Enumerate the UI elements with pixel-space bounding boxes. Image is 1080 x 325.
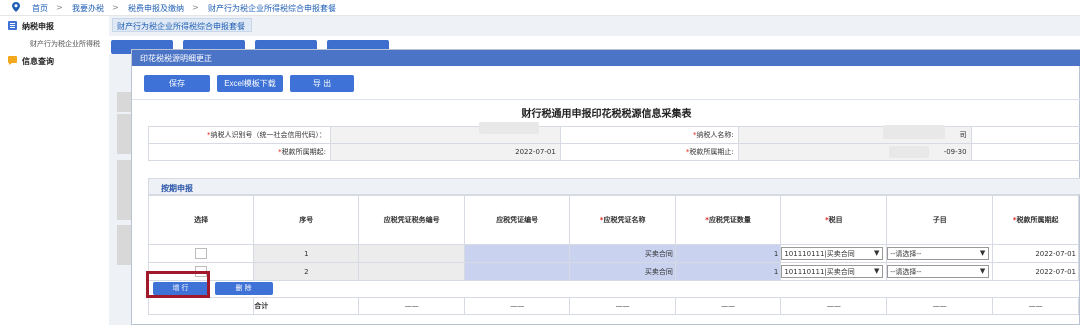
sidebar-subitem-property-tax[interactable]: 财产行为税企业所得税 (30, 39, 100, 49)
table-header-row: 选择 序号 应税凭证税务编号 应税凭证编号 *应税凭证名称 *应税凭证数量 *税… (147, 195, 1079, 245)
sidebar-item-query[interactable]: 信息查询 (0, 53, 109, 69)
breadcrumb-declaration[interactable]: 税费申报及缴纳 (128, 3, 184, 14)
background-block (117, 160, 131, 220)
col-period-start: *税款所属期起 (992, 195, 1079, 245)
select-cell (147, 244, 255, 263)
taxpayer-info-table: *纳税人识别号（统一社会信用代码）： *纳税人名称: 司 *税款所属期起: 20… (148, 122, 1080, 161)
sidebar: 纳税申报 财产行为税企业所得税 信息查询 (0, 16, 109, 325)
form-title: 财行税通用申报印花税税源信息采集表 (521, 109, 692, 120)
voucher-name-input[interactable]: 买卖合同 (569, 244, 676, 263)
total-cell: —— (992, 297, 1079, 315)
col-tax-code: 应税凭证税务编号 (358, 195, 465, 245)
stamp-tax-source-table: 选择 序号 应税凭证税务编号 应税凭证编号 *应税凭证名称 *应税凭证数量 *税… (147, 195, 1079, 315)
tax-item-cell: 101110111|买卖合同 ▼ (780, 262, 888, 281)
voucher-name-input[interactable]: 买卖合同 (569, 262, 676, 281)
breadcrumb-current: 财产行为税企业所得税综合申报套餐 (208, 4, 336, 13)
location-pin-icon (12, 2, 20, 12)
export-button[interactable]: 导 出 (290, 75, 354, 92)
voucher-no-input[interactable] (463, 244, 571, 263)
sub-item-select[interactable]: --请选择-- ▼ (887, 265, 990, 278)
sub-item-cell: --请选择-- ▼ (886, 262, 994, 281)
section-title: 按期申报 (161, 184, 193, 193)
total-cell: —— (463, 297, 571, 315)
chat-icon (8, 56, 17, 65)
stamp-tax-correction-dialog: 印花税税源明细更正 保存 Excel模板下载 导 出 财行税通用申报印花税税源信… (131, 49, 1080, 325)
col-select: 选择 (147, 195, 255, 245)
taxpayer-name-field: 司 (737, 125, 972, 144)
row-checkbox[interactable] (195, 248, 208, 259)
highlight-box (146, 271, 210, 298)
tax-item-select[interactable]: 101110111|买卖合同 ▼ (781, 265, 884, 278)
save-button[interactable]: 保存 (144, 75, 210, 92)
voucher-qty-input[interactable]: 1 (674, 262, 782, 281)
background-tab[interactable]: 财产行为税企业所得税综合申报套餐 (112, 18, 252, 32)
dropdown-arrow-icon: ▼ (873, 267, 880, 275)
info-empty-cell (970, 126, 1080, 144)
redacted-block (478, 122, 539, 134)
redacted-block (888, 146, 929, 158)
tax-item-select[interactable]: 101110111|买卖合同 ▼ (781, 247, 884, 260)
total-cell: —— (886, 297, 994, 315)
period-start-cell: 2022-07-01 (992, 244, 1079, 263)
taxpayer-name-label: *纳税人名称: (559, 126, 739, 144)
breadcrumb-tax-service[interactable]: 我要办税 (72, 3, 104, 14)
breadcrumb-home[interactable]: 首页 (32, 3, 48, 14)
voucher-no-input[interactable] (463, 262, 571, 281)
col-voucher-name: *应税凭证名称 (569, 195, 676, 245)
list-icon (8, 21, 17, 30)
sidebar-item-declaration[interactable]: 纳税申报 (0, 18, 109, 34)
col-sub-item: 子目 (886, 195, 994, 245)
total-cell: —— (358, 297, 465, 315)
breadcrumb-separator: > (56, 3, 63, 12)
dropdown-arrow-icon: ▼ (979, 267, 986, 275)
background-block (117, 225, 131, 265)
dropdown-arrow-icon: ▼ (979, 249, 986, 257)
excel-template-download-button[interactable]: Excel模板下载 (217, 75, 283, 92)
breadcrumb-separator: > (112, 3, 119, 12)
dialog-title: 印花税税源明细更正 (132, 50, 1080, 66)
tax-code-cell (358, 262, 465, 281)
voucher-qty-input[interactable]: 1 (674, 244, 782, 263)
tax-code-cell (358, 244, 465, 263)
delete-row-button[interactable]: 删 除 (214, 282, 273, 295)
dialog-toolbar: 保存 Excel模板下载 导 出 (132, 66, 1080, 100)
total-cell: —— (780, 297, 888, 315)
col-seq: 序号 (253, 195, 360, 245)
seq-cell: 1 (253, 244, 360, 263)
period-end-value: -09-30 (737, 143, 972, 161)
sidebar-item-label: 纳税申报 (22, 22, 54, 31)
col-voucher-qty: *应税凭证数量 (674, 195, 782, 245)
taxpayer-id-label: *纳税人识别号（统一社会信用代码）： (148, 126, 331, 144)
taxpayer-id-field (329, 122, 561, 144)
col-tax-item: *税目 (780, 195, 888, 245)
period-start-value: 2022-07-01 (329, 143, 561, 161)
seq-cell: 2 (253, 262, 360, 281)
total-label: 合计 (253, 297, 360, 315)
sub-item-cell: --请选择-- ▼ (886, 244, 994, 263)
redacted-block (882, 125, 945, 139)
table-row: 2 买卖合同 1 101110111|买卖合同 ▼ --请选择-- ▼ 2022-0… (147, 262, 1079, 281)
total-cell: —— (674, 297, 782, 315)
period-start-cell: 2022-07-01 (992, 262, 1079, 281)
period-start-label: *税款所属期起: (148, 143, 331, 161)
breadcrumb-separator: > (192, 3, 199, 12)
table-row: 1 买卖合同 1 101110111|买卖合同 ▼ --请选择-- ▼ 2022-0… (147, 244, 1079, 263)
tax-item-cell: 101110111|买卖合同 ▼ (780, 244, 888, 263)
breadcrumb-bar: 首页 > 我要办税 > 税费申报及缴纳 > 财产行为税企业所得税综合申报套餐 (0, 0, 1080, 16)
total-row: 合计 —— —— —— —— —— —— —— (147, 297, 1079, 315)
dropdown-arrow-icon: ▼ (873, 249, 880, 257)
sidebar-item-label: 信息查询 (22, 57, 54, 66)
section-header: 按期申报 (148, 178, 1080, 195)
row-button-cell: 增 行 删 除 (148, 280, 1079, 298)
info-empty-cell (970, 143, 1080, 161)
total-cell: —— (569, 297, 676, 315)
col-voucher-no: 应税凭证编号 (463, 195, 571, 245)
background-block (117, 114, 131, 154)
row-button-row: 增 行 删 除 (148, 280, 1079, 298)
total-spacer (147, 297, 255, 315)
sub-item-select[interactable]: --请选择-- ▼ (887, 247, 990, 260)
background-block (117, 92, 131, 112)
period-end-label: *税款所属期止: (559, 143, 739, 161)
